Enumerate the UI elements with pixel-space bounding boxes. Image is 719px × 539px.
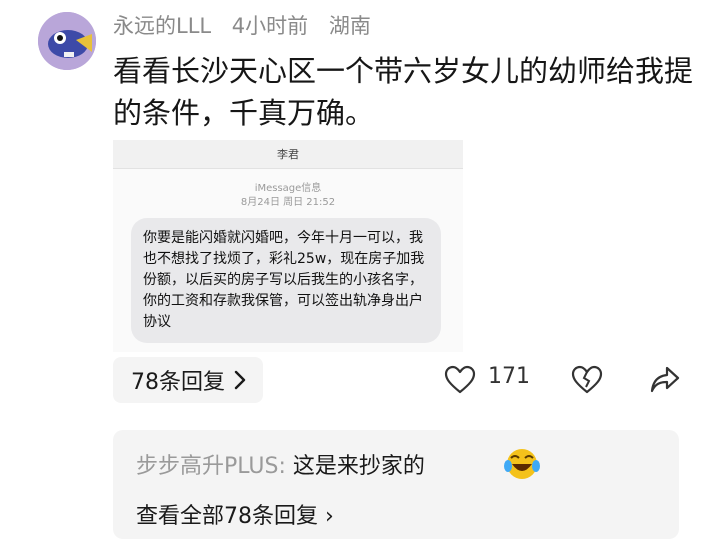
broken-heart-icon[interactable] [571, 365, 603, 395]
reply-separator: : [278, 454, 293, 479]
fade-overlay [360, 490, 420, 530]
timestamp: 4小时前 [231, 14, 309, 38]
share-icon[interactable] [649, 365, 681, 395]
chevron-right-icon [234, 370, 246, 390]
username[interactable]: 永远的LLL [113, 14, 211, 38]
reply-line: 步步高升PLUS: 这是来抄家的 [136, 448, 425, 480]
comment-text: 看看长沙天心区一个带六岁女儿的幼师给我提的条件，千真万确。 [113, 54, 694, 130]
reply-text: 这是来抄家的 [292, 454, 425, 479]
view-all-replies-link[interactable]: 查看全部78条回复 › [136, 498, 334, 530]
avatar-icon [38, 12, 96, 70]
attached-screenshot[interactable]: 李君 iMessage信息 8月24日 周日 21:52 你要是能闪婚就闪婚吧，… [113, 140, 463, 352]
reply-username[interactable]: 步步高升PLUS [136, 454, 279, 479]
laugh-cry-emoji [502, 444, 542, 482]
avatar[interactable] [38, 12, 96, 70]
like-count: 171 [488, 364, 530, 389]
message-datetime: 8月24日 周日 21:52 [240, 197, 336, 208]
comment-meta: 永远的LLL 4小时前 湖南 [113, 10, 385, 40]
service-label: iMessage信息 [254, 183, 322, 194]
view-all-chevron-icon: › [318, 504, 334, 529]
message-bubble: 你要是能闪婚就闪婚吧，今年十月一可以，我也不想找了找烦了，彩礼25w，现在房子加… [131, 218, 441, 343]
replies-label[interactable]: 78条回复 [131, 364, 225, 396]
location: 湖南 [328, 14, 371, 38]
heart-icon[interactable] [444, 365, 476, 395]
message-meta: iMessage信息 8月24日 周日 21:52 [113, 182, 463, 210]
contact-name: 李君 [277, 148, 299, 161]
